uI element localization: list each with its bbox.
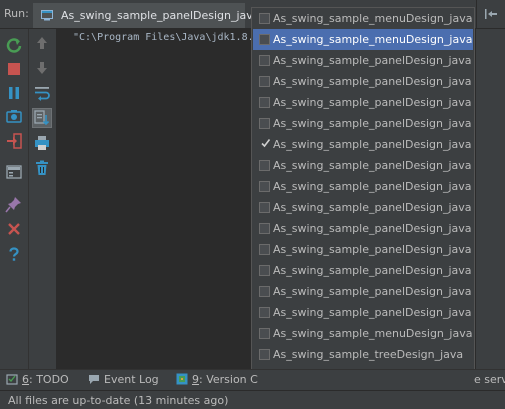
checkbox[interactable] [259, 13, 270, 24]
popup-item-label: As_swing_sample_panelDesign_java [273, 222, 472, 235]
popup-item-label: As_swing_sample_panelDesign_java [273, 75, 472, 88]
popup-item[interactable]: As_swing_sample_panelDesign_java [253, 50, 473, 71]
checkbox[interactable] [259, 160, 270, 171]
checkbox[interactable] [259, 202, 270, 213]
tool-window-bar: 6: TODO Event Log 9: Version C e serve [0, 369, 505, 391]
run-tab-label: As_swing_sample_panelDesign_java [61, 9, 260, 22]
console-line: "C:\Program Files\Java\jdk1.8. [73, 32, 254, 43]
popup-item-label: As_swing_sample_panelDesign_java [273, 117, 472, 130]
run-configurations-popup: As_swing_sample_menuDesign_java As_swing_… [251, 7, 475, 387]
checkbox[interactable] [259, 244, 270, 255]
server-tool-label: e serve [474, 373, 505, 386]
scroll-to-end-icon[interactable] [32, 108, 52, 128]
status-bar: All files are up-to-date (13 minutes ago… [0, 390, 505, 409]
popup-item-label: As_swing_sample_panelDesign_java [273, 54, 472, 67]
server-tool-button-clipped[interactable]: e serve [474, 373, 505, 386]
event-log-icon [88, 373, 100, 385]
run-tab[interactable]: As_swing_sample_panelDesign_java [33, 3, 260, 28]
checkbox[interactable] [259, 181, 270, 192]
rerun-icon[interactable] [5, 37, 23, 55]
popup-item-label: As_swing_sample_menuDesign_java [273, 327, 473, 340]
popup-item-label: As_swing_sample_menuDesign_java [273, 33, 473, 46]
version-control-label: : Version C [199, 373, 258, 386]
run-label: Run: [4, 7, 29, 20]
close-icon[interactable] [5, 220, 23, 238]
popup-item[interactable]: As_swing_sample_menuDesign_java [253, 29, 473, 50]
popup-item[interactable]: As_swing_sample_treeDesign_java [253, 344, 473, 365]
version-control-number: 9 [192, 373, 199, 386]
popup-item-label: As_swing_sample_menuDesign_java [273, 12, 473, 25]
checkbox[interactable] [259, 265, 270, 276]
checkbox[interactable] [259, 118, 270, 129]
status-text: All files are up-to-date (13 minutes ago… [8, 394, 229, 407]
popup-item[interactable]: As_swing_sample_panelDesign_java [253, 113, 473, 134]
popup-item-label: As_swing_sample_panelDesign_java [273, 201, 472, 214]
console-output[interactable]: "C:\Program Files\Java\jdk1.8. [57, 29, 254, 369]
popup-item[interactable]: As_swing_sample_panelDesign_java [253, 281, 473, 302]
popup-item-label: As_swing_sample_panelDesign_java [273, 180, 472, 193]
stop-icon[interactable] [5, 60, 23, 78]
popup-item-label: As_swing_sample_panelDesign_java [273, 264, 472, 277]
popup-item[interactable]: As_swing_sample_panelDesign_java [253, 260, 473, 281]
popup-item-label: As_swing_sample_panelDesign_java [273, 306, 472, 319]
popup-item[interactable]: As_swing_sample_menuDesign_java [253, 323, 473, 344]
soft-wrap-icon[interactable] [33, 84, 51, 102]
version-control-tool-button[interactable]: 9: Version C [176, 373, 258, 386]
todo-label: : TODO [29, 373, 69, 386]
popup-item[interactable]: As_swing_sample_panelDesign_java [253, 71, 473, 92]
print-icon[interactable] [33, 134, 51, 152]
trash-icon[interactable] [33, 159, 51, 177]
exit-icon[interactable] [5, 132, 23, 150]
popup-item[interactable]: As_swing_sample_panelDesign_java [253, 155, 473, 176]
checkbox[interactable] [259, 286, 270, 297]
popup-item[interactable]: As_swing_sample_menuDesign_java [253, 8, 473, 29]
event-log-label: Event Log [104, 373, 159, 386]
popup-item-label: As_swing_sample_treeDesign_java [273, 348, 464, 361]
checkbox[interactable] [259, 328, 270, 339]
popup-item[interactable]: As_swing_sample_panelDesign_java [253, 134, 473, 155]
header-divider [476, 0, 477, 28]
todo-icon [6, 373, 18, 385]
popup-item[interactable]: As_swing_sample_panelDesign_java [253, 92, 473, 113]
right-tool-strip [476, 29, 505, 369]
todo-number: 6 [22, 373, 29, 386]
application-icon [41, 9, 53, 21]
restore-layout-icon[interactable] [5, 163, 23, 181]
console-toolbar [29, 29, 57, 369]
popup-item-label: As_swing_sample_panelDesign_java [273, 138, 472, 151]
dump-threads-icon[interactable] [5, 108, 23, 126]
checkbox[interactable] [259, 76, 270, 87]
checkbox[interactable] [259, 223, 270, 234]
checkbox[interactable] [260, 138, 271, 149]
popup-item[interactable]: As_swing_sample_panelDesign_java [253, 239, 473, 260]
checkbox[interactable] [259, 34, 270, 45]
version-control-icon [176, 373, 188, 385]
popup-item[interactable]: As_swing_sample_panelDesign_java [253, 302, 473, 323]
popup-item[interactable]: As_swing_sample_panelDesign_java [253, 218, 473, 239]
popup-item[interactable]: As_swing_sample_panelDesign_java [253, 197, 473, 218]
run-actions-toolbar [0, 29, 29, 369]
checkbox[interactable] [259, 349, 270, 360]
pin-tab-icon[interactable] [5, 195, 23, 213]
popup-item-label: As_swing_sample_panelDesign_java [273, 96, 472, 109]
help-icon[interactable] [5, 245, 23, 263]
checkbox[interactable] [259, 55, 270, 66]
down-arrow-icon[interactable] [33, 59, 51, 77]
popup-item[interactable]: As_swing_sample_panelDesign_java [253, 176, 473, 197]
popup-item-label: As_swing_sample_panelDesign_java [273, 285, 472, 298]
hide-panel-icon[interactable] [484, 8, 498, 20]
todo-tool-button[interactable]: 6: TODO [6, 373, 69, 386]
popup-item-label: As_swing_sample_panelDesign_java [273, 159, 472, 172]
popup-item-label: As_swing_sample_panelDesign_java [273, 243, 472, 256]
pause-icon[interactable] [5, 84, 23, 102]
event-log-tool-button[interactable]: Event Log [88, 373, 159, 386]
up-arrow-icon[interactable] [33, 34, 51, 52]
checkbox[interactable] [259, 307, 270, 318]
checkbox[interactable] [259, 97, 270, 108]
